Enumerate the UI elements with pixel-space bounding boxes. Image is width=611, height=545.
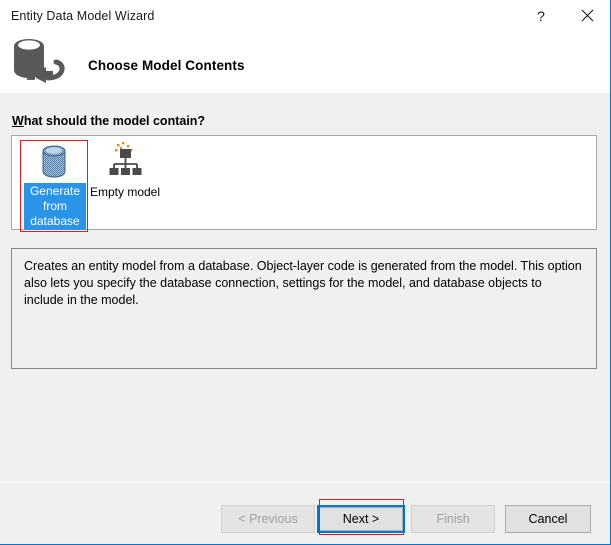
database-plug-icon bbox=[8, 34, 74, 90]
option-empty-model[interactable]: Empty model bbox=[90, 141, 160, 201]
next-button[interactable]: Next > bbox=[317, 505, 405, 533]
previous-button-label: < Previous bbox=[238, 512, 298, 526]
dialog-footer: < Previous Next > Finish Cancel bbox=[0, 482, 610, 544]
option-label-generate-from-database: Generate from database bbox=[24, 183, 86, 230]
title-bar-buttons: ? bbox=[518, 0, 610, 31]
model-hierarchy-icon bbox=[94, 141, 156, 183]
question-accel-char: W bbox=[12, 114, 24, 128]
page-title: Choose Model Contents bbox=[88, 58, 245, 73]
window-title: Entity Data Model Wizard bbox=[11, 8, 155, 23]
help-button[interactable]: ? bbox=[518, 0, 564, 31]
wizard-header: Choose Model Contents bbox=[0, 31, 610, 93]
question-mark-icon: ? bbox=[537, 7, 545, 24]
question-label: What should the model contain? bbox=[12, 114, 205, 128]
question-text: hat should the model contain? bbox=[23, 114, 206, 128]
cancel-button[interactable]: Cancel bbox=[505, 505, 591, 533]
next-button-label: Next > bbox=[342, 512, 380, 526]
option-label-empty-model: Empty model bbox=[90, 185, 161, 199]
model-contents-list[interactable]: Generate from database Empty model bbox=[11, 135, 597, 230]
database-cylinder-icon bbox=[24, 141, 86, 183]
option-generate-from-database[interactable]: Generate from database bbox=[24, 141, 86, 230]
title-bar: Entity Data Model Wizard ? bbox=[0, 0, 610, 31]
close-button[interactable] bbox=[564, 0, 610, 31]
finish-button[interactable]: Finish bbox=[411, 505, 495, 533]
wizard-body: What should the model contain? Generate … bbox=[0, 93, 610, 482]
entity-data-model-wizard-dialog: Entity Data Model Wizard ? Choose Model … bbox=[0, 0, 611, 545]
description-text: Creates an entity model from a database.… bbox=[24, 259, 582, 307]
next-button-inner: Next > bbox=[319, 507, 403, 531]
close-icon bbox=[581, 9, 593, 22]
description-panel: Creates an entity model from a database.… bbox=[11, 248, 597, 369]
finish-button-label: Finish bbox=[436, 512, 470, 526]
previous-button[interactable]: < Previous bbox=[221, 505, 315, 533]
cancel-button-label: Cancel bbox=[528, 512, 568, 526]
